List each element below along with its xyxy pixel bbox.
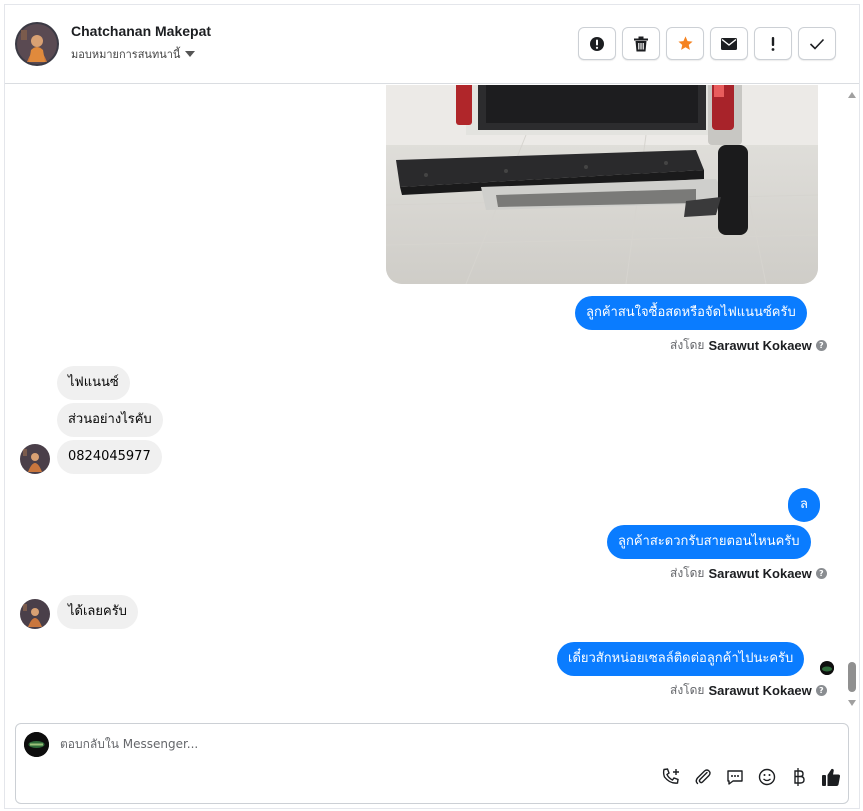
incoming-message[interactable]: ไฟแนนซ์ [57,366,130,400]
star-icon [677,36,693,50]
assign-label: มอบหมายการสนทนานี้ [71,48,181,61]
mark-important-button[interactable] [754,27,792,60]
incoming-message[interactable]: ส่วนอย่างไรคับ [57,403,163,437]
assign-conversation-dropdown[interactable]: มอบหมายการสนทนานี้ [71,45,196,63]
message-thread: ลูกค้าสนใจซื้อสดหรือจัดไฟแนนซ์ครับ ส่งโด… [5,85,859,711]
conversation-header: Chatchanan Makepat มอบหมายการสนทนานี้ [5,5,859,84]
reply-composer [15,723,849,804]
like-icon [822,768,841,786]
mark-done-button[interactable] [798,27,836,60]
mark-unread-button[interactable] [710,27,748,60]
scroll-up-arrow-icon[interactable] [848,92,856,98]
exclamation-icon [771,36,775,51]
help-icon[interactable]: ? [815,340,827,351]
trash-icon [634,36,648,51]
thread-scrollbar[interactable] [846,90,858,708]
page-avatar [24,732,49,757]
follow-up-button[interactable] [666,27,704,60]
sent-by-label: ส่งโดย Sarawut Kokaew ? [670,336,827,355]
contact-name[interactable]: Chatchanan Makepat [71,23,211,39]
outgoing-message[interactable]: ล [788,488,820,522]
check-icon [809,38,825,50]
caret-down-icon [185,51,196,57]
help-icon[interactable]: ? [815,568,827,579]
inbox-conversation-panel: Chatchanan Makepat มอบหมายการสนทนานี้ ลู… [4,4,860,809]
sent-by-label: ส่งโดย Sarawut Kokaew ? [670,564,827,583]
outgoing-message[interactable]: ลูกค้าสนใจซื้อสดหรือจัดไฟแนนซ์ครับ [575,296,807,330]
outgoing-message[interactable]: เดี๋ยวสักหน่อยเซลล์ติดต่อลูกค้าไปนะครับ [557,642,805,676]
sent-by-prefix: ส่งโดย [670,683,705,697]
incoming-message[interactable]: 0824045977 [57,440,162,474]
contact-avatar[interactable] [15,22,59,66]
header-actions [578,27,836,60]
scroll-thumb[interactable] [848,662,856,692]
spam-button[interactable] [578,27,616,60]
sent-by-prefix: ส่งโดย [670,566,705,580]
seen-indicator-avatar [820,661,834,675]
agent-name[interactable]: Sarawut Kokaew [708,683,811,698]
scroll-down-arrow-icon[interactable] [848,700,856,706]
reply-input[interactable] [60,737,620,751]
sent-by-prefix: ส่งโดย [670,338,705,352]
alert-circle-icon [590,36,604,51]
outgoing-message[interactable]: ลูกค้าสะดวกรับสายตอนไหนครับ [607,525,811,559]
call-add-button[interactable] [660,766,682,788]
composer-toolbar [660,766,842,788]
incoming-message[interactable]: ได้เลยครับ [57,595,138,629]
emoji-icon [758,768,776,786]
baht-payment-icon [794,768,805,786]
attachment-icon [695,769,711,785]
emoji-button[interactable] [756,766,778,788]
sent-by-label: ส่งโดย Sarawut Kokaew ? [670,681,827,700]
payment-button[interactable] [788,766,810,788]
like-button[interactable] [820,766,842,788]
delete-button[interactable] [622,27,660,60]
agent-name[interactable]: Sarawut Kokaew [708,566,811,581]
shared-photo-pickup-tailgate[interactable] [386,85,818,284]
contact-avatar-small[interactable] [20,599,50,629]
call-add-icon [662,768,679,784]
envelope-icon [721,37,737,50]
agent-name[interactable]: Sarawut Kokaew [708,338,811,353]
contact-avatar-small[interactable] [20,444,50,474]
attachment-button[interactable] [692,766,714,788]
saved-reply-icon [727,770,743,785]
help-icon[interactable]: ? [815,685,827,696]
saved-reply-button[interactable] [724,766,746,788]
